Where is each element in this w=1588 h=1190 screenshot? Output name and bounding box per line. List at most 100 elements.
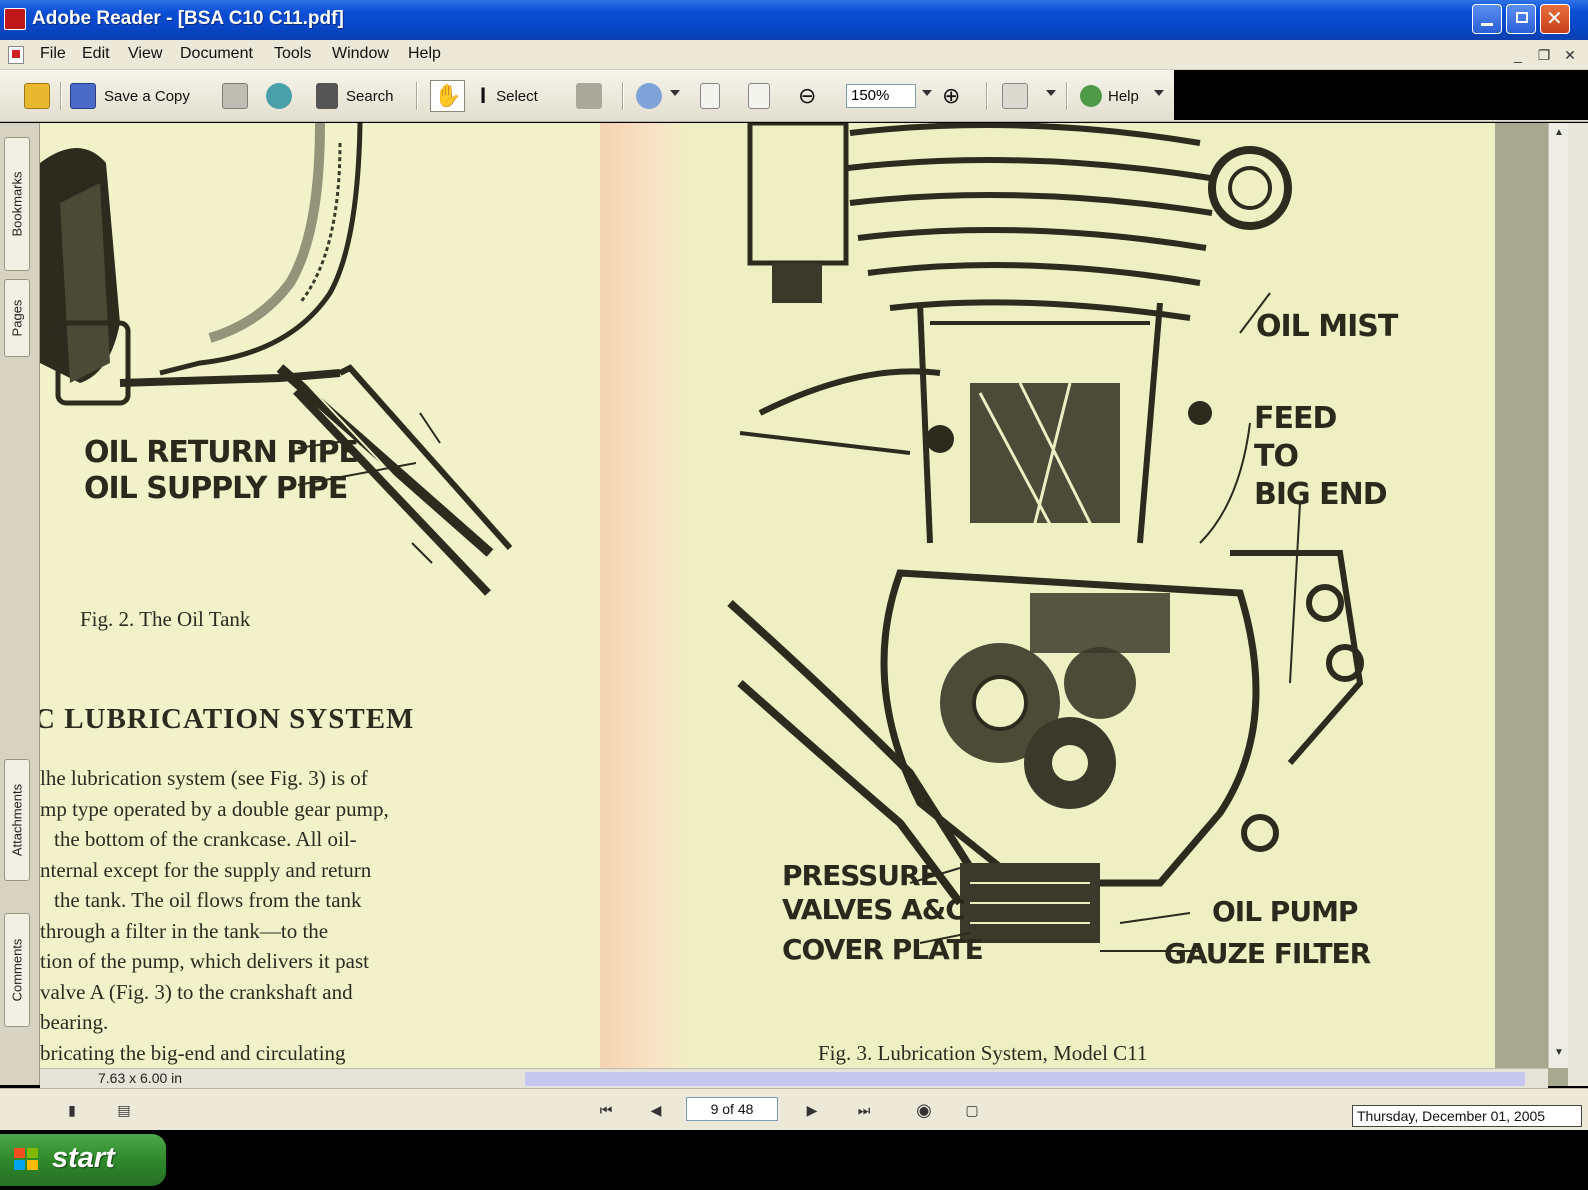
fit-page-icon [748, 83, 770, 109]
doc-close-icon[interactable]: ✕ [1562, 48, 1578, 62]
menu-file[interactable]: File [40, 45, 66, 63]
rotate-view-button[interactable] [1002, 80, 1028, 112]
print-button[interactable] [222, 80, 248, 112]
body-line: valve A (Fig. 3) to the crankshaft and [40, 979, 353, 1004]
save-copy-button[interactable]: Save a Copy [70, 80, 190, 112]
window-title: Adobe Reader - [BSA C10 C11.pdf] [32, 8, 344, 29]
menu-view[interactable]: View [128, 45, 162, 63]
menu-window[interactable]: Window [332, 45, 389, 63]
print-icon [222, 83, 248, 109]
save-copy-label: Save a Copy [104, 87, 190, 105]
start-button[interactable]: start [0, 1134, 166, 1186]
go-forward-icon[interactable]: ▢ [960, 1099, 984, 1121]
pages-tab-label: Pages [9, 299, 25, 337]
body-line: the bottom of the crankcase. All oil- [54, 827, 357, 851]
valves-ac-label: VALVES A&C [782, 893, 966, 926]
oil-pump-label: OIL PUMP [1212, 895, 1358, 928]
help-dropdown-icon[interactable] [1154, 90, 1164, 96]
hand-tool-button[interactable]: ✋ [430, 80, 466, 112]
document-icon[interactable] [8, 46, 24, 64]
zoom-in-magnifier-icon [636, 83, 662, 109]
toolbar-separator [60, 82, 62, 110]
restore-button[interactable] [1506, 4, 1536, 34]
zoom-dropdown-icon[interactable] [922, 90, 932, 96]
search-label: Search [346, 87, 394, 105]
body-line: tion of the pump, which delivers it past [40, 949, 369, 973]
single-page-icon[interactable]: ▮ [60, 1099, 84, 1121]
next-page-icon[interactable]: ▶ [800, 1099, 824, 1121]
oil-supply-pipe-label: OIL SUPPLY PIPE [84, 471, 348, 506]
attachments-tab-label: Attachments [9, 783, 25, 857]
body-paragraph: lhe lubrication system (see Fig. 3) is o… [40, 763, 508, 1068]
scroll-thumb[interactable] [525, 1072, 1525, 1086]
page-navigation-bar: ▮ ▤ ⏮ ◀ 9 of 48 ▶ ⏭ ◉ ▢ Thursday, Decemb… [0, 1088, 1588, 1130]
horizontal-scrollbar[interactable] [40, 1068, 1548, 1088]
help-icon [1080, 85, 1102, 107]
bookmarks-tab-label: Bookmarks [9, 171, 25, 237]
zoom-in-button[interactable]: ⊕ [942, 80, 960, 112]
to-label: TO [1254, 439, 1299, 474]
text-cursor-icon: I [480, 83, 487, 108]
snapshot-button[interactable] [576, 80, 602, 112]
menu-document[interactable]: Document [180, 45, 253, 63]
document-view[interactable]: OIL RETURN PIPE OIL SUPPLY PIPE Fig. 2. … [40, 123, 1570, 1086]
zoom-tool-button[interactable] [636, 80, 662, 112]
search-binoculars-icon [316, 83, 338, 109]
body-line: through a filter in the tank—to the [40, 918, 329, 943]
email-button[interactable] [266, 80, 292, 112]
zoom-level-input[interactable]: 150% [846, 84, 916, 108]
adobe-reader-window: Adobe Reader - [BSA C10 C11.pdf] ✕ File … [0, 0, 1588, 1190]
select-tool-button[interactable]: I Select [480, 80, 538, 112]
open-button[interactable] [24, 80, 50, 112]
help-button[interactable]: Help [1080, 80, 1139, 112]
feed-label: FEED [1254, 401, 1337, 436]
menu-tools[interactable]: Tools [274, 45, 311, 63]
close-button[interactable]: ✕ [1540, 4, 1570, 34]
comments-tab-label: Comments [9, 938, 25, 1002]
title-bar: Adobe Reader - [BSA C10 C11.pdf] ✕ [0, 0, 1588, 40]
save-disk-icon [70, 83, 96, 109]
toolbar-separator [416, 82, 418, 110]
zoom-in-icon: ⊕ [942, 83, 961, 108]
navigation-pane: Bookmarks Pages Attachments Comments [0, 123, 40, 1085]
menu-help[interactable]: Help [408, 45, 441, 63]
scroll-up-icon[interactable]: ▲ [1552, 127, 1566, 143]
engine-lubrication-illustration [727, 123, 1364, 952]
scroll-down-icon[interactable]: ▼ [1552, 1047, 1566, 1063]
big-end-label: BIG END [1254, 477, 1388, 512]
select-label: Select [496, 87, 538, 105]
toolbar-separator [622, 82, 624, 110]
rotate-dropdown-icon[interactable] [1046, 90, 1056, 96]
doc-minimize-icon[interactable]: _ [1510, 48, 1526, 62]
page-number-input[interactable]: 9 of 48 [686, 1097, 778, 1121]
oil-tank-illustration [40, 123, 513, 596]
actual-size-button[interactable] [700, 80, 720, 112]
gauze-filter-label: GAUZE FILTER [1164, 937, 1371, 970]
pages-tab[interactable]: Pages [4, 279, 30, 357]
search-button[interactable]: Search [316, 80, 394, 112]
continuous-page-icon[interactable]: ▤ [112, 1099, 136, 1121]
body-line: mp type operated by a double gear pump, [40, 796, 389, 821]
doc-restore-icon[interactable]: ❐ [1536, 48, 1552, 62]
start-label: start [52, 1142, 115, 1174]
section-heading: C LUBRICATION SYSTEM [40, 703, 415, 735]
vertical-scrollbar[interactable]: ▲ ▼ [1548, 123, 1568, 1068]
actual-size-icon [700, 83, 720, 109]
menu-edit[interactable]: Edit [82, 45, 110, 63]
comments-tab[interactable]: Comments [4, 913, 30, 1027]
attachments-tab[interactable]: Attachments [4, 759, 30, 881]
bookmarks-tab[interactable]: Bookmarks [4, 137, 30, 271]
oil-mist-label: OIL MIST [1256, 309, 1398, 344]
fit-page-button[interactable] [748, 80, 770, 112]
minimize-button[interactable] [1472, 4, 1502, 34]
first-page-icon[interactable]: ⏮ [594, 1099, 618, 1121]
previous-page-icon[interactable]: ◀ [644, 1099, 668, 1121]
go-back-icon[interactable]: ◉ [912, 1099, 936, 1121]
body-line: nternal except for the supply and return [40, 857, 372, 882]
windows-taskbar: start [0, 1130, 1588, 1190]
last-page-icon[interactable]: ⏭ [852, 1099, 876, 1121]
zoom-out-button[interactable]: ⊖ [798, 80, 816, 112]
zoom-tool-dropdown-icon[interactable] [670, 90, 680, 96]
adobe-reader-icon [4, 8, 26, 30]
help-label: Help [1108, 87, 1139, 105]
